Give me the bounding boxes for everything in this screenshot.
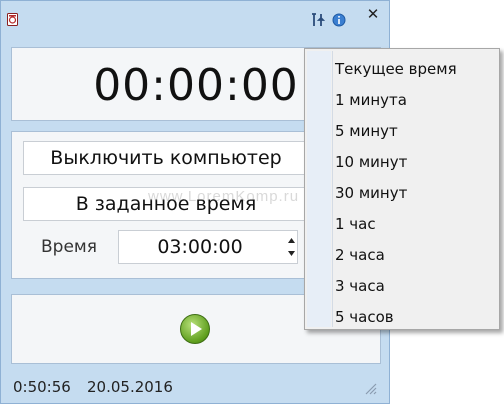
title-bar[interactable]: ✕ <box>1 1 389 35</box>
tools-icon[interactable] <box>309 11 327 29</box>
spin-down-icon[interactable] <box>286 247 296 260</box>
menu-item-30-minutes[interactable]: 30 минут <box>305 178 499 209</box>
menu-item-10-minutes[interactable]: 10 минут <box>305 147 499 178</box>
watermark: www.LoremKomp.ru <box>148 188 300 205</box>
time-label: Время <box>41 237 97 257</box>
menu-item-1-minute[interactable]: 1 минута <box>305 85 499 116</box>
info-icon[interactable] <box>330 11 348 29</box>
preset-dropdown-menu: Текущее время 1 минута 5 минут 10 минут … <box>304 48 500 330</box>
play-button[interactable] <box>180 314 210 344</box>
time-input[interactable]: 03:00:00 <box>118 230 298 264</box>
menu-item-5-minutes[interactable]: 5 минут <box>305 116 499 147</box>
close-icon: ✕ <box>366 5 380 23</box>
menu-item-5-hours[interactable]: 5 часов <box>305 302 499 333</box>
status-date: 20.05.2016 <box>87 378 173 396</box>
status-bar: 0:50:56 20.05.2016 <box>1 373 389 403</box>
menu-list: Текущее время 1 минута 5 минут 10 минут … <box>305 54 499 333</box>
resize-grip-icon[interactable] <box>363 381 377 395</box>
time-spinner[interactable] <box>286 234 296 260</box>
close-button[interactable]: ✕ <box>356 3 390 25</box>
status-clock: 0:50:56 <box>13 378 71 396</box>
menu-item-3-hours[interactable]: 3 часа <box>305 271 499 302</box>
menu-item-2-hours[interactable]: 2 часа <box>305 240 499 271</box>
menu-item-current-time[interactable]: Текущее время <box>305 54 499 85</box>
app-icon <box>7 13 18 26</box>
action-select[interactable]: Выключить компьютер <box>23 141 309 175</box>
spin-up-icon[interactable] <box>286 234 296 247</box>
menu-item-1-hour[interactable]: 1 час <box>305 209 499 240</box>
